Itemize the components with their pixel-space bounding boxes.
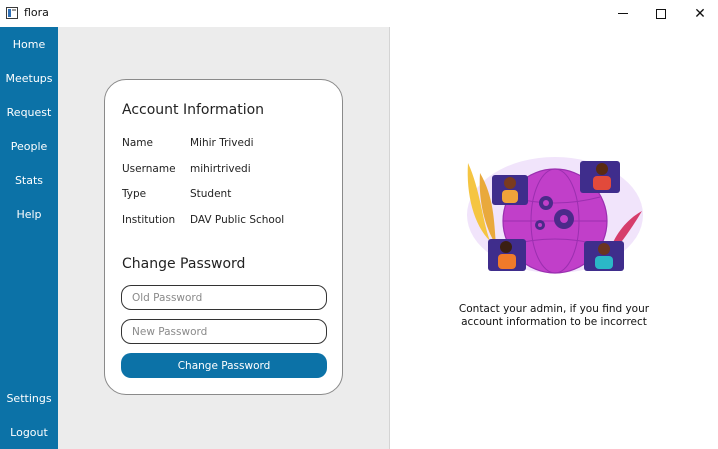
maximize-icon (656, 8, 666, 19)
change-password-button[interactable]: Change Password (121, 353, 327, 378)
video-meeting-illustration (467, 157, 643, 274)
info-pane: Contact your admin, if you find your acc… (390, 27, 718, 449)
username-value: mihirtrivedi (190, 163, 251, 175)
account-info-title: Account Information (122, 102, 265, 118)
sidebar-item-settings[interactable]: Settings (0, 386, 58, 410)
admin-contact-note-line2: account information to be incorrect (461, 316, 647, 328)
institution-label: Institution (122, 214, 176, 226)
sidebar-item-help[interactable]: Help (0, 202, 58, 226)
username-label: Username (122, 163, 176, 175)
sidebar-item-logout[interactable]: Logout (0, 420, 58, 444)
old-password-input[interactable] (122, 286, 326, 310)
old-password-field (121, 285, 327, 310)
type-value: Student (190, 188, 232, 200)
admin-contact-note: Contact your admin, if you find your acc… (450, 303, 658, 329)
sidebar-item-request[interactable]: Request (0, 100, 58, 124)
type-label: Type (122, 188, 147, 200)
name-label: Name (122, 137, 153, 149)
new-password-field (121, 319, 327, 344)
sidebar: Home Meetups Request People Stats Help S… (0, 27, 58, 449)
institution-value: DAV Public School (190, 214, 285, 226)
new-password-input[interactable] (122, 320, 326, 344)
sidebar-item-people[interactable]: People (0, 134, 58, 158)
close-icon: ✕ (694, 5, 706, 22)
change-password-title: Change Password (122, 256, 246, 272)
sidebar-item-stats[interactable]: Stats (0, 168, 58, 192)
account-card: Account Information Name Mihir Trivedi U… (104, 79, 343, 395)
minimize-button[interactable] (603, 0, 643, 27)
app-window-icon (6, 7, 18, 19)
sidebar-item-meetups[interactable]: Meetups (0, 66, 58, 90)
minimize-icon (618, 13, 628, 14)
admin-contact-note-line1: Contact your admin, if you find your (458, 303, 650, 315)
name-value: Mihir Trivedi (190, 137, 254, 149)
close-button[interactable]: ✕ (680, 0, 718, 27)
window-title: flora (24, 6, 49, 19)
sidebar-item-home[interactable]: Home (0, 32, 58, 56)
maximize-button[interactable] (641, 0, 681, 27)
title-bar: flora ✕ (0, 0, 718, 27)
